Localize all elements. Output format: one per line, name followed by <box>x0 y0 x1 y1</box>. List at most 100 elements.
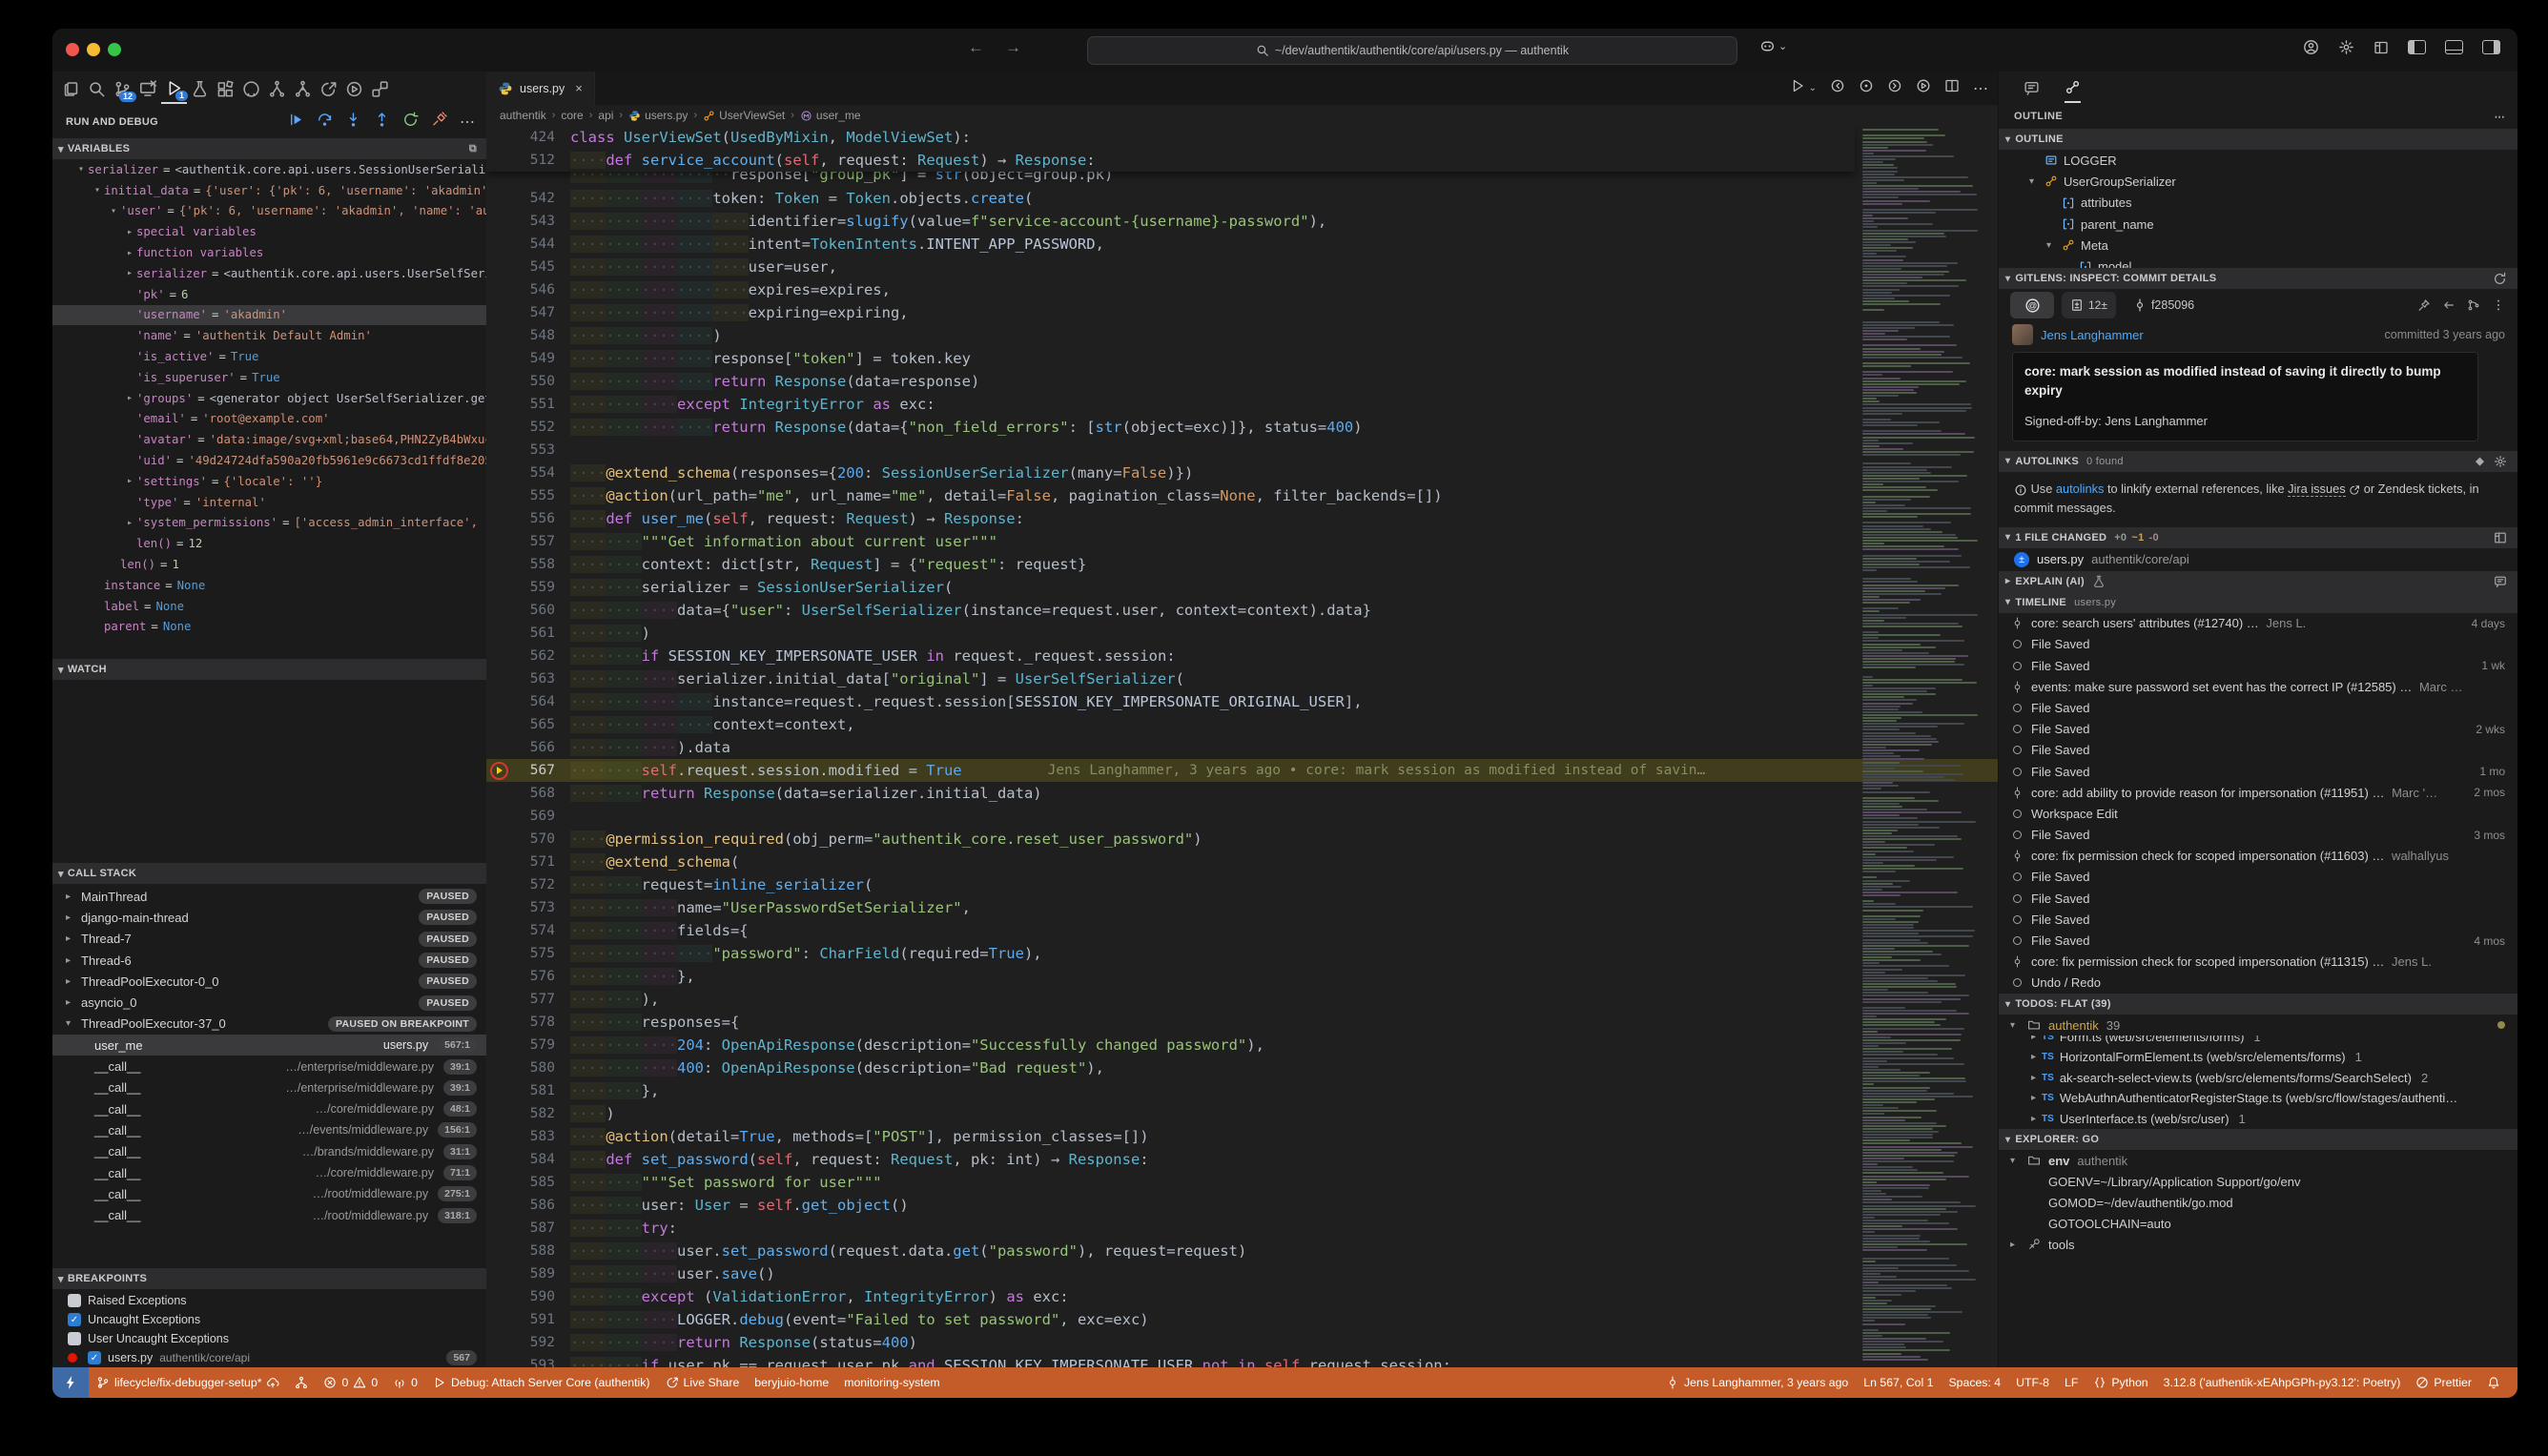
autolinks-section-header[interactable]: ▾AUTOLINKS 0 found ◆ <box>1999 451 2517 472</box>
variables-row[interactable]: 'is_superuser'=True <box>52 367 486 388</box>
checkbox[interactable] <box>68 1294 81 1307</box>
step-forward-icon[interactable] <box>1887 78 1902 98</box>
callstack-thread[interactable]: ▸Thread-7PAUSED <box>52 929 486 950</box>
variables-row[interactable]: ▾initial_data={'user': {'pk': 6, 'userna… <box>52 180 486 201</box>
code-line[interactable]: 574············fields={ <box>486 919 1998 942</box>
code-line[interactable]: 545····················user=user, <box>486 256 1998 278</box>
go-env-var[interactable]: GOTOOLCHAIN=auto <box>1999 1213 2517 1234</box>
status-item[interactable]: 3.12.8 ('authentik-xEAhpGPh-py3.12': Poe… <box>2156 1376 2409 1389</box>
variables-row[interactable]: ▸'settings'={'locale': ''} <box>52 471 486 492</box>
status-item[interactable]: lifecycle/fix-debugger-setup* <box>89 1376 287 1389</box>
code-line[interactable]: 563············serializer.initial_data["… <box>486 667 1998 690</box>
callstack-frame[interactable]: user_meusers.py567:1 <box>52 1035 486 1056</box>
code-line[interactable]: 587········try: <box>486 1217 1998 1240</box>
code-line[interactable]: 558········context: dict[str, Request] =… <box>486 553 1998 576</box>
go-env-group[interactable]: ▾envauthentik <box>1999 1150 2517 1171</box>
view-mode-icon[interactable] <box>2494 531 2507 544</box>
autolinks-link[interactable]: autolinks <box>2056 482 2105 496</box>
code-line[interactable]: 556····def user_me(self, request: Reques… <box>486 507 1998 530</box>
status-item[interactable]: UTF-8 <box>2008 1376 2057 1389</box>
diamond-icon[interactable]: ◆ <box>2476 455 2484 468</box>
callstack-frame[interactable]: __call__…/root/middleware.py275:1 <box>52 1183 486 1204</box>
code-line[interactable]: 553 <box>486 439 1998 461</box>
timeline-item[interactable]: File Saved <box>1999 888 2517 909</box>
account-icon[interactable] <box>2303 39 2319 55</box>
variables-row[interactable]: len()=12 <box>52 533 486 554</box>
variables-row[interactable]: 'uid'='49d24724dfa590a20fb5961e9c6673cd1… <box>52 450 486 471</box>
variables-row[interactable]: 'type'='internal' <box>52 492 486 513</box>
variables-row[interactable]: ▾'user'={'pk': 6, 'username': 'akadmin',… <box>52 201 486 222</box>
activity-remote-explorer-icon[interactable] <box>135 74 161 103</box>
timeline-item[interactable]: Undo / Redo <box>1999 973 2517 994</box>
status-item[interactable]: monitoring-system <box>836 1376 947 1389</box>
activity-source-control-icon[interactable]: 12 <box>110 74 135 103</box>
variables-row[interactable]: 'email'='root@example.com' <box>52 409 486 430</box>
explorer-go-section-header[interactable]: ▾EXPLORER: GO <box>1999 1129 2517 1150</box>
code-line[interactable]: 570····@permission_required(obj_perm="au… <box>486 828 1998 851</box>
outline-tab-icon[interactable] <box>2065 72 2081 103</box>
callstack-frame[interactable]: __call__…/brands/middleware.py31:1 <box>52 1141 486 1162</box>
todos-group[interactable]: ▾authentik39 <box>1999 1015 2517 1036</box>
checkbox[interactable] <box>68 1332 81 1345</box>
timeline-item[interactable]: File Saved1 wk <box>1999 655 2517 676</box>
status-item[interactable] <box>2479 1376 2508 1389</box>
todo-file[interactable]: ▸TSForm.ts (web/src/elements/forms)1 <box>1999 1036 2517 1047</box>
code-line[interactable]: 566············).data <box>486 736 1998 759</box>
code-line[interactable]: 576············}, <box>486 965 1998 988</box>
breadcrumb-item[interactable]: UserViewSet <box>703 109 785 122</box>
code-line[interactable]: 584····def set_password(self, request: R… <box>486 1148 1998 1171</box>
code-line[interactable]: 567········self.request.session.modified… <box>486 759 1998 782</box>
jira-link[interactable]: Jira iss​ues <box>2288 482 2345 497</box>
more-editor-actions-icon[interactable]: ⋯ <box>1973 79 1988 98</box>
files-changed-section-header[interactable]: ▾1 FILE CHANGED +0~1-0 <box>1999 527 2517 548</box>
code-line[interactable]: 582····) <box>486 1102 1998 1125</box>
activity-live-share-icon[interactable] <box>316 74 341 103</box>
callstack-thread[interactable]: ▾ThreadPoolExecutor-37_0PAUSED ON BREAKP… <box>52 1014 486 1035</box>
timeline-item[interactable]: File Saved <box>1999 740 2517 761</box>
code-line[interactable]: 569 <box>486 805 1998 828</box>
callstack-thread[interactable]: ▸asyncio_0PAUSED <box>52 992 486 1013</box>
todo-file[interactable]: ▸TSUserInterface.ts (web/src/user)1 <box>1999 1109 2517 1130</box>
code-line[interactable]: 575················"password": CharField… <box>486 942 1998 965</box>
breadcrumb-item[interactable]: core <box>561 109 583 122</box>
code-line[interactable]: 559········serializer = SessionUserSeria… <box>486 576 1998 599</box>
breadcrumb-item[interactable]: authentik <box>500 109 546 122</box>
timeline-item[interactable]: File Saved <box>1999 634 2517 655</box>
record-icon[interactable] <box>1859 78 1874 98</box>
variables-row[interactable]: instance=None <box>52 575 486 596</box>
tab-users-py[interactable]: users.py × <box>486 72 595 105</box>
code-line[interactable]: 546····················expires=expires, <box>486 278 1998 301</box>
pin-icon[interactable] <box>2417 298 2431 312</box>
timeline-item[interactable]: core: fix permission check for scoped im… <box>1999 846 2517 867</box>
minimize-window-button[interactable] <box>87 43 100 56</box>
timeline-item[interactable]: Workspace Edit <box>1999 803 2517 824</box>
code-line[interactable]: 557········"""Get information about curr… <box>486 530 1998 553</box>
breadcrumb-item[interactable]: api <box>598 109 613 122</box>
callstack-frame[interactable]: __call__…/core/middleware.py71:1 <box>52 1162 486 1183</box>
continue-icon[interactable] <box>288 112 304 133</box>
back-icon[interactable] <box>2442 298 2456 312</box>
code-line[interactable]: 585········"""Set password for user""" <box>486 1171 1998 1194</box>
outline-item[interactable]: ▾Meta <box>1999 235 2517 256</box>
timeline-item[interactable]: File Saved <box>1999 909 2517 930</box>
activity-gitlens-icon[interactable] <box>264 74 290 103</box>
go-env-var[interactable]: GOMOD=~/dev/authentik/go.mod <box>1999 1192 2517 1213</box>
code-line[interactable]: 548················) <box>486 324 1998 347</box>
variables-row[interactable]: ▸serializer=<authentik.core.api.users.Us… <box>52 263 486 284</box>
code-line[interactable]: 573············name="UserPasswordSetSeri… <box>486 896 1998 919</box>
timeline-item[interactable]: core: search users' attributes (#12740) … <box>1999 613 2517 634</box>
debug-run-icon[interactable] <box>1916 78 1931 98</box>
gear-icon[interactable] <box>2338 39 2354 55</box>
more-actions-icon[interactable]: ⋯ <box>2495 111 2505 123</box>
breakpoint-row[interactable]: ✓Uncaught Exceptions <box>52 1310 486 1329</box>
variables-row[interactable]: 'pk'=6 <box>52 284 486 305</box>
status-item[interactable]: Ln 567, Col 1 <box>1856 1376 1941 1389</box>
step-out-icon[interactable] <box>374 112 390 133</box>
code-line[interactable]: 565················context=context, <box>486 713 1998 736</box>
code-line[interactable]: 564················instance=request._req… <box>486 690 1998 713</box>
callstack-frame[interactable]: __call__…/root/middleware.py318:1 <box>52 1204 486 1225</box>
breakpoint-row[interactable]: ✓users.pyauthentik/core/api567 <box>52 1348 486 1367</box>
outline-item[interactable]: model <box>1999 256 2517 268</box>
checkbox[interactable]: ✓ <box>88 1351 101 1364</box>
feedback-icon[interactable] <box>2494 575 2507 588</box>
